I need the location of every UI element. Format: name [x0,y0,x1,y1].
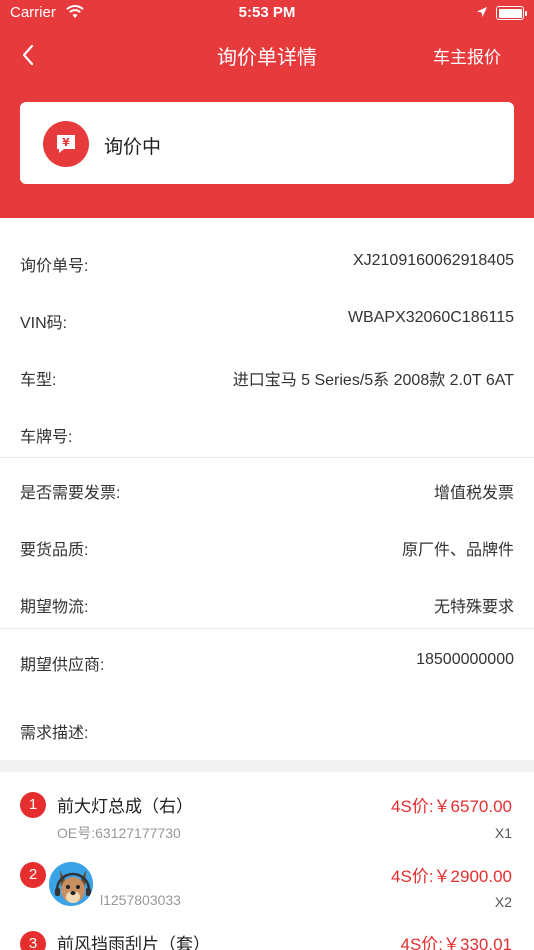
part-price: 4S价:￥330.01 [400,935,512,950]
vin-value: WBAPX32060C186115 [347,309,514,326]
part-name: 前风挡雨刮片（套） [57,935,210,950]
location-arrow-icon [477,7,487,17]
customer-service-avatar[interactable] [47,860,95,908]
part-oe-number: l1257803033 [100,892,181,908]
model-value: 进口宝马 5 Series/5系 2008款 2.0T 6AT [232,372,514,389]
logistics-label: 期望物流: [20,599,89,616]
description-label: 需求描述: [20,725,89,742]
inquiry-number-value: XJ2109160062918405 [352,252,514,269]
quality-value: 原厂件、品牌件 [401,542,514,559]
inquiry-number-label: 询价单号: [20,258,89,275]
status-text: 询价中 [104,137,162,158]
part-number-badge: 3 [20,931,46,950]
logistics-row: 期望物流: 无特殊要求 [0,589,534,619]
divider [0,628,534,629]
supplier-value: 18500000000 [416,651,514,668]
part-number-badge: 2 [20,862,46,888]
supplier-label: 期望供应商: [20,657,105,674]
logistics-value: 无特殊要求 [433,599,514,616]
navbar: 询价单详情 车主报价 [0,28,534,82]
status-bar: Carrier 5:53 PM [0,0,534,28]
vin-label: VIN码: [20,315,68,332]
part-price: 4S价:￥2900.00 [391,867,512,886]
part-oe-number: OE号:63127177730 [57,825,181,841]
inquiry-status-card: ¥ 询价中 [20,102,514,184]
quote-bubble-icon: ¥ [43,121,89,167]
part-quantity: X1 [494,825,512,841]
battery-icon [496,6,527,20]
part-number-badge: 1 [20,792,46,818]
svg-text:¥: ¥ [62,136,70,149]
plate-row: 车牌号: [0,419,534,449]
inquiry-info: 询价单号: XJ2109160062918405 VIN码: WBAPX3206… [0,218,534,760]
part-name: 前大灯总成（右） [57,797,193,816]
part-price: 4S价:￥6570.00 [391,797,512,816]
owner-quote-button[interactable]: 车主报价 [433,43,501,68]
quality-label: 要货品质: [20,542,89,559]
model-row: 车型: 进口宝马 5 Series/5系 2008款 2.0T 6AT [0,362,534,392]
invoice-value: 增值税发票 [433,485,514,502]
divider [0,457,534,458]
clock: 5:53 PM [238,4,296,21]
plate-label: 车牌号: [20,429,73,446]
invoice-row: 是否需要发票: 增值税发票 [0,475,534,505]
description-row: 需求描述: [0,715,534,745]
model-label: 车型: [20,372,57,389]
part-quantity: X2 [494,894,512,910]
header: Carrier 5:53 PM 询价单详情 车主报价 ¥ 询价中 [0,0,534,218]
invoice-label: 是否需要发票: [20,485,121,502]
quality-row: 要货品质: 原厂件、品牌件 [0,532,534,562]
inquiry-number-row: 询价单号: XJ2109160062918405 [0,248,534,278]
supplier-row: 期望供应商: 18500000000 [0,647,534,677]
vin-row: VIN码: WBAPX32060C186115 [0,305,534,335]
